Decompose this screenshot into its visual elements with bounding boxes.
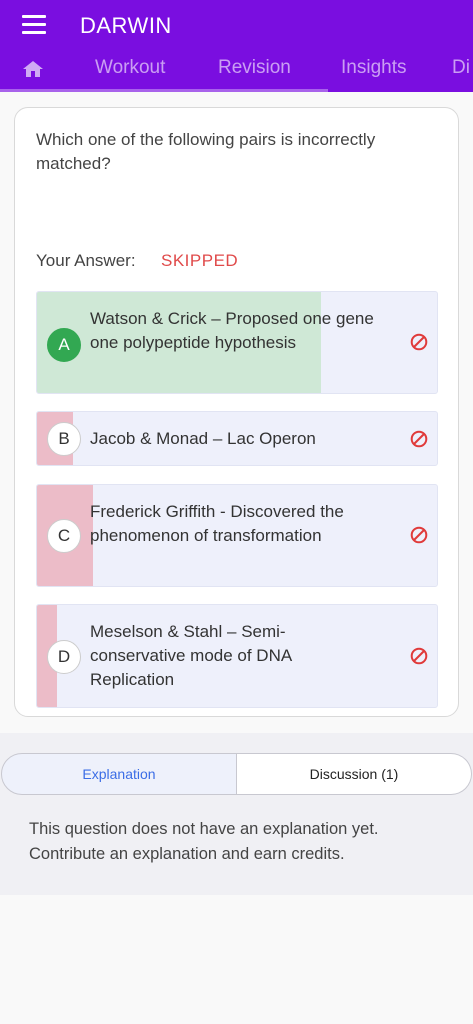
option-c-letter: C [47,519,81,553]
question-card: Which one of the following pairs is inco… [14,107,459,717]
option-d-letter: D [47,640,81,674]
tab-indicator-active [328,89,473,92]
answer-value: SKIPPED [161,251,239,270]
menu-icon[interactable] [22,15,46,35]
option-c-text: Frederick Griffith - Discovered the phen… [90,502,344,545]
option-c[interactable]: C Frederick Griffith - Discovered the ph… [36,484,438,587]
tab-discussion[interactable]: Discussion (1) [237,753,472,795]
tab-explanation[interactable]: Explanation [1,753,237,795]
explanation-text: This question does not have an explanati… [29,820,379,863]
option-a[interactable]: A Watson & Crick – Proposed one gene one… [36,291,438,394]
segment-control: Explanation Discussion (1) [1,753,472,795]
tab-workout[interactable]: Workout [95,48,165,92]
tab-bar: Workout Revision Insights Di [0,48,473,92]
block-icon [410,526,428,544]
app-bar: DARWIN Workout Revision Insights Di [0,0,473,92]
tab-revision[interactable]: Revision [218,48,291,92]
option-b[interactable]: B Jacob & Monad – Lac Operon [36,411,438,466]
option-b-text: Jacob & Monad – Lac Operon [90,429,316,448]
tab-insights[interactable]: Insights [341,48,406,92]
tab-home[interactable] [22,48,48,92]
tab-di[interactable]: Di [452,48,470,92]
tab-indicator-track [0,89,328,92]
explanation-section: Explanation Discussion (1) This question… [0,733,473,895]
home-icon [23,61,43,77]
option-b-letter: B [47,422,81,456]
block-icon [410,430,428,448]
answer-label: Your Answer: [36,251,136,270]
block-icon [410,647,428,665]
app-title: DARWIN [80,13,172,38]
option-a-text: Watson & Crick – Proposed one gene one p… [90,309,374,352]
option-d-text: Meselson & Stahl – Semi-conservative mod… [90,622,292,689]
block-icon [410,333,428,351]
option-a-letter: A [47,328,81,362]
question-text: Which one of the following pairs is inco… [36,130,376,173]
option-d[interactable]: D Meselson & Stahl – Semi-conservative m… [36,604,438,708]
